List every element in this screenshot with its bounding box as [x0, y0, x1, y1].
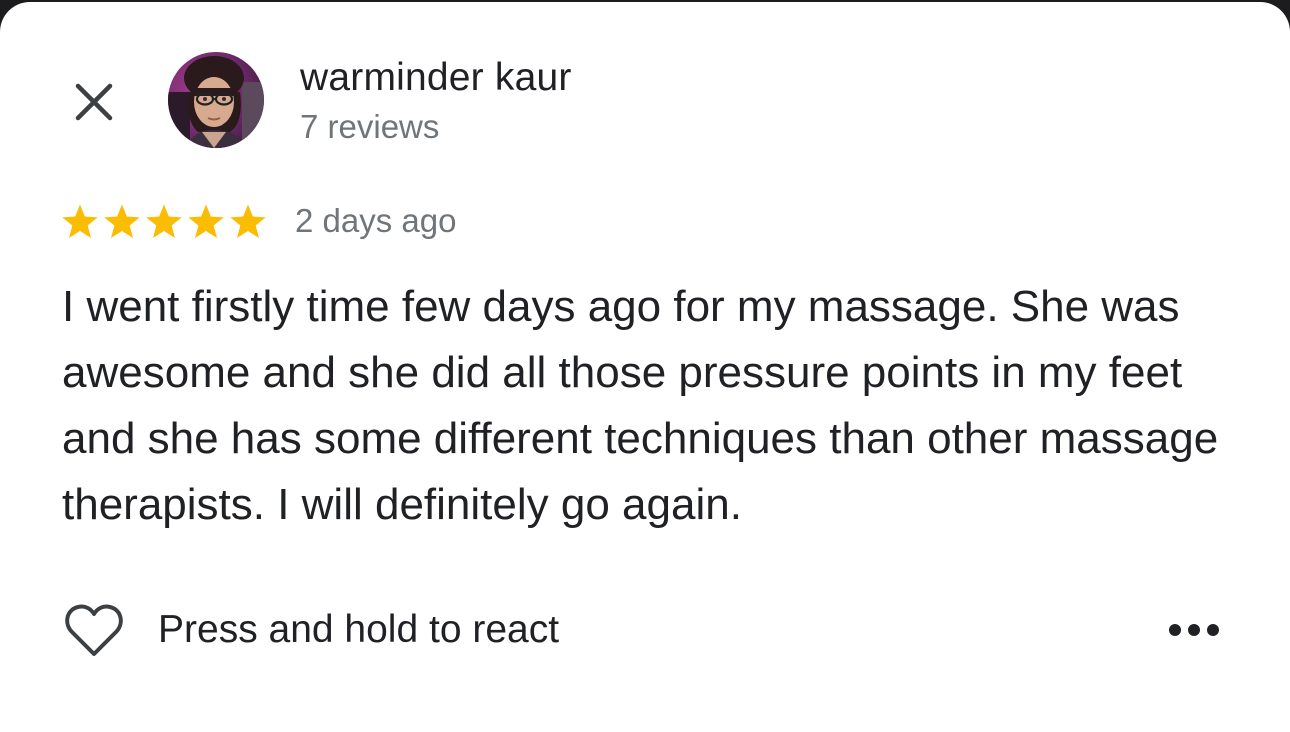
star-icon: [188, 204, 224, 238]
author-name[interactable]: warminder kaur: [300, 56, 572, 100]
avatar[interactable]: [168, 52, 264, 148]
review-date: 2 days ago: [295, 202, 457, 239]
star-icon: [146, 204, 182, 238]
review-text: I went firstly time few days ago for my …: [62, 282, 1219, 529]
avatar-image: [168, 52, 264, 148]
react-row: Press and hold to react: [62, 598, 559, 662]
star-icon: [104, 204, 140, 238]
close-icon: [75, 83, 113, 121]
star-rating: [60, 202, 268, 242]
heart-outline-icon: [65, 604, 123, 656]
more-options-button[interactable]: [1162, 606, 1226, 654]
star-icon: [230, 204, 266, 238]
star-icon: [62, 204, 98, 238]
react-button[interactable]: [62, 598, 126, 662]
review-sheet: warminder kaur 7 reviews 2 days ago I we…: [0, 2, 1290, 732]
author-review-count: 7 reviews: [300, 108, 440, 145]
close-button[interactable]: [68, 76, 120, 128]
more-horizontal-icon: [1169, 624, 1219, 636]
react-label[interactable]: Press and hold to react: [158, 608, 559, 652]
